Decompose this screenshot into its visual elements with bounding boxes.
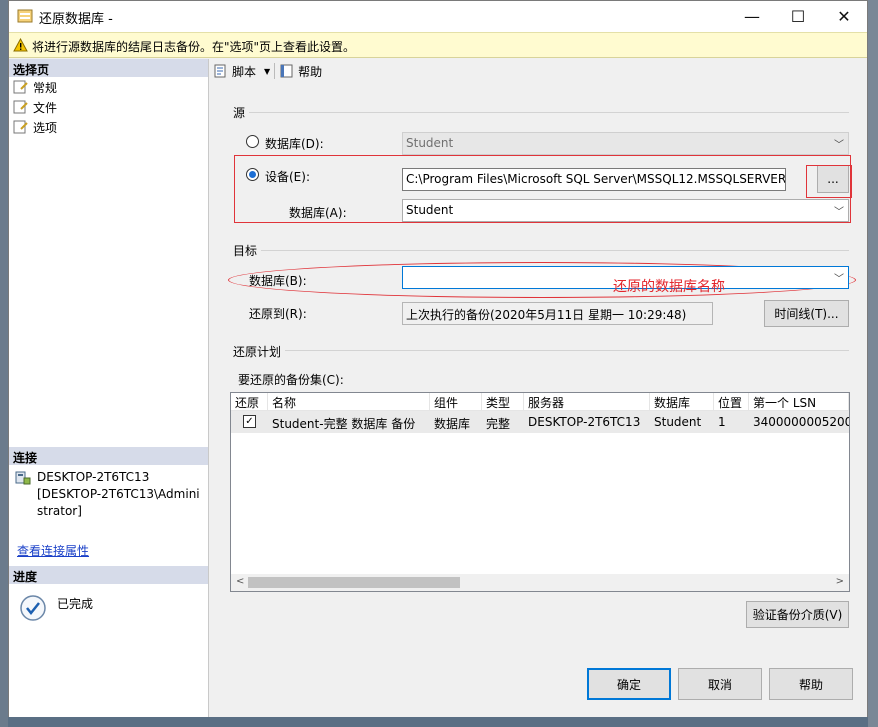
chevron-down-icon: ﹀ xyxy=(834,207,844,218)
device-path-field[interactable]: C:\Program Files\Microsoft SQL Server\MS… xyxy=(402,168,786,191)
page-wrench-icon xyxy=(13,100,28,114)
page-wrench-icon xyxy=(13,120,28,134)
restore-database-dialog: 还原数据库 - — ☐ ✕ 将进行源数据库的结尾日志备份。在"选项"页上查看此设… xyxy=(8,0,868,717)
progress-header: 进度 xyxy=(9,566,208,584)
column-header-type[interactable]: 类型 xyxy=(482,393,524,411)
help-book-icon xyxy=(280,64,293,78)
column-header-component[interactable]: 组件 xyxy=(430,393,482,411)
group-divider xyxy=(261,250,849,251)
page-item-general[interactable]: 常规 xyxy=(13,78,57,96)
script-icon xyxy=(214,64,226,78)
title-bar: 还原数据库 - — ☐ ✕ xyxy=(9,1,867,32)
page-item-files[interactable]: 文件 xyxy=(13,98,57,116)
database-source-label: 数据库(D): xyxy=(265,137,324,151)
ok-button[interactable]: 确定 xyxy=(587,668,671,700)
page-item-options[interactable]: 选项 xyxy=(13,118,57,136)
toolbar-separator xyxy=(274,63,276,79)
column-header-name[interactable]: 名称 xyxy=(268,393,430,411)
verify-backup-media-button[interactable]: 验证备份介质(V) xyxy=(746,601,849,628)
server-connection-icon xyxy=(15,471,31,485)
connection-header: 连接 xyxy=(9,447,208,465)
table-cell-restore: ✓ xyxy=(231,411,268,433)
scroll-left-icon[interactable]: < xyxy=(236,576,244,587)
table-cell-first-lsn: 34000000052000 xyxy=(749,411,849,433)
help-label: 帮助 xyxy=(298,64,323,79)
chevron-down-icon: ﹀ xyxy=(834,140,844,151)
device-database-value: Student xyxy=(406,203,454,217)
maximize-button[interactable]: ☐ xyxy=(775,1,821,32)
window-title: 还原数据库 - xyxy=(39,12,113,27)
dropdown-arrow-icon[interactable]: ▼ xyxy=(264,67,270,76)
toolbar: 脚本 ▼ 帮助 xyxy=(209,59,867,83)
main-pane: 脚本 ▼ 帮助 源 数据库(D): Student ﹀ 设备(E): C:\Pr… xyxy=(209,59,867,717)
table-cell-name: Student-完整 数据库 备份 xyxy=(268,411,430,433)
column-header-server[interactable]: 服务器 xyxy=(524,393,650,411)
column-header-restore[interactable]: 还原 xyxy=(231,393,268,411)
page-item-label: 文件 xyxy=(33,100,58,115)
connection-info: DESKTOP-2T6TC13 [DESKTOP-2T6TC13\Admini … xyxy=(37,469,200,520)
cancel-button[interactable]: 取消 xyxy=(678,668,762,700)
warning-bar: 将进行源数据库的结尾日志备份。在"选项"页上查看此设置。 xyxy=(9,32,867,58)
database-restore-icon xyxy=(17,9,33,23)
source-database-value: Student xyxy=(406,136,454,150)
page-item-label: 常规 xyxy=(33,80,58,95)
minimize-button[interactable]: — xyxy=(729,1,775,32)
script-label: 脚本 xyxy=(232,64,257,79)
group-divider xyxy=(249,112,849,113)
script-button[interactable]: 脚本 ▼ xyxy=(213,63,270,80)
warning-icon xyxy=(13,38,28,52)
help-toolbar-button[interactable]: 帮助 xyxy=(279,63,322,80)
restore-checkbox[interactable]: ✓ xyxy=(243,415,256,428)
restore-to-label: 还原到(R): xyxy=(249,307,307,321)
background-desktop-right xyxy=(868,0,878,727)
backup-sets-label: 要还原的备份集(C): xyxy=(238,373,344,387)
table-cell-position: 1 xyxy=(714,411,749,433)
restore-plan-group-label: 还原计划 xyxy=(233,345,282,359)
warning-text: 将进行源数据库的结尾日志备份。在"选项"页上查看此设置。 xyxy=(32,40,356,54)
horizontal-scrollbar[interactable]: < > xyxy=(231,574,849,591)
check-complete-icon xyxy=(20,595,46,621)
progress-status: 已完成 xyxy=(57,597,94,611)
device-database-combo[interactable]: Student ﹀ xyxy=(402,199,849,222)
device-database-label: 数据库(A): xyxy=(289,206,347,220)
annotation-text: 还原的数据库名称 xyxy=(613,279,725,295)
table-cell-server: DESKTOP-2T6TC13 xyxy=(524,411,650,433)
left-pane: 选择页 常规 文件 选项 连接 DESKTOP-2T6TC13 [DESKTOP… xyxy=(9,59,209,717)
page-item-label: 选项 xyxy=(33,120,58,135)
connection-line: [DESKTOP-2T6TC13\Admini xyxy=(37,487,200,501)
restore-to-field: 上次执行的备份(2020年5月11日 星期一 10:29:48) xyxy=(402,302,713,325)
select-page-header: 选择页 xyxy=(9,59,208,77)
column-header-first-lsn[interactable]: 第一个 LSN xyxy=(749,393,849,411)
table-cell-database: Student xyxy=(650,411,714,433)
help-button[interactable]: 帮助 xyxy=(769,668,853,700)
source-group-label: 源 xyxy=(233,106,246,120)
database-source-radio[interactable] xyxy=(246,135,259,148)
view-connection-properties-link[interactable]: 查看连接属性 xyxy=(17,542,89,559)
scrollbar-thumb[interactable] xyxy=(248,577,460,588)
group-divider xyxy=(285,350,849,351)
background-desktop-left xyxy=(0,0,8,727)
close-button[interactable]: ✕ xyxy=(821,1,867,32)
source-database-combo[interactable]: Student ﹀ xyxy=(402,132,849,155)
device-source-radio[interactable] xyxy=(246,168,259,181)
page-wrench-icon xyxy=(13,80,28,94)
scroll-right-icon[interactable]: > xyxy=(836,576,844,587)
device-source-label: 设备(E): xyxy=(265,170,310,184)
chevron-down-icon: ﹀ xyxy=(834,274,844,285)
timeline-button[interactable]: 时间线(T)... xyxy=(764,300,849,327)
destination-database-label: 数据库(B): xyxy=(249,274,307,288)
backup-sets-grid: 还原 名称 组件 类型 服务器 数据库 位置 第一个 LSN ✓ Student… xyxy=(230,392,850,592)
column-header-database[interactable]: 数据库 xyxy=(650,393,714,411)
annotation-highlight-browse xyxy=(806,165,852,198)
table-cell-component: 数据库 xyxy=(430,411,482,433)
connection-line: strator] xyxy=(37,504,82,518)
table-cell-type: 完整 xyxy=(482,411,524,433)
destination-group-label: 目标 xyxy=(233,244,258,258)
connection-line: DESKTOP-2T6TC13 xyxy=(37,470,150,484)
column-header-position[interactable]: 位置 xyxy=(714,393,749,411)
